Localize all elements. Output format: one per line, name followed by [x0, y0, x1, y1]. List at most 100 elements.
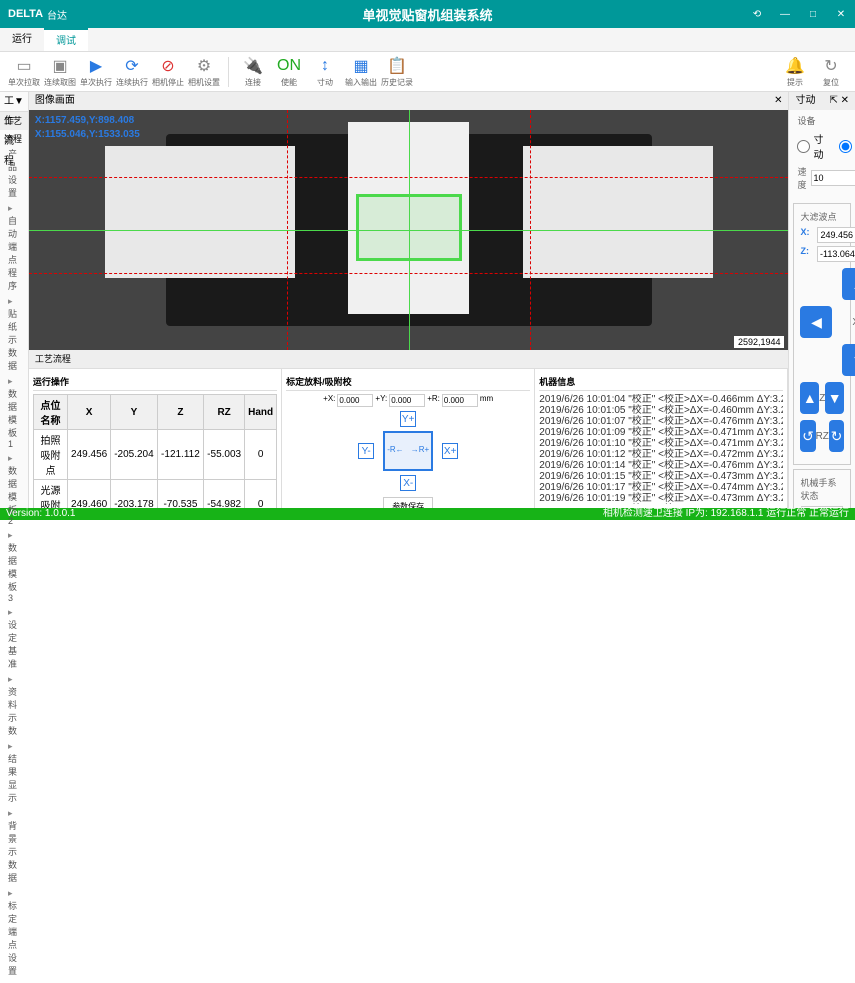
- tree-item[interactable]: 标定端点设置: [4, 886, 24, 979]
- log-line[interactable]: 2019/6/26 10:01:04 "校正" <校正>ΔX=-0.466mm …: [539, 394, 783, 405]
- toolbar-寸动-button[interactable]: ↕寸动: [307, 54, 343, 90]
- arrow-y-plus-icon[interactable]: Y+: [400, 411, 416, 427]
- camera-header: 图像画面 ✕: [29, 92, 789, 110]
- log-line[interactable]: 2019/6/26 10:01:17 "校正" <校正>ΔX=-0.474mm …: [539, 482, 783, 493]
- minimize-icon[interactable]: —: [771, 0, 799, 28]
- z-input[interactable]: [817, 246, 855, 262]
- toolbar-连续取图-button[interactable]: ▣连续取图: [42, 54, 78, 90]
- mode-radios: 寸动 连续: [797, 131, 847, 161]
- status-text: 相机检测速卫连接 IP为: 192.168.1.1 运行正常 正常运行: [603, 508, 849, 520]
- toolbar-提示-button[interactable]: 🔔提示: [777, 54, 813, 90]
- teach-save-button[interactable]: 参数保存: [383, 497, 433, 508]
- right-header-label: 寸动: [795, 92, 815, 110]
- bottom-panels: 运行操作 点位名称XYZRZHand拍照吸附点249.456-205.204-1…: [29, 368, 789, 508]
- jog-z-plus-icon[interactable]: ▲: [800, 382, 819, 414]
- teach-field-label: +R:: [427, 394, 440, 407]
- toolbar-单次拉取-button[interactable]: ▭单次拉取: [6, 54, 42, 90]
- points-table: 点位名称XYZRZHand拍照吸附点249.456-205.204-121.11…: [33, 394, 277, 508]
- left-sub-label: 工艺流程: [0, 112, 28, 130]
- close-icon[interactable]: ✕: [827, 0, 855, 28]
- camera-header-label: 图像画面: [35, 92, 75, 110]
- toolbar-相机停止-button[interactable]: ⊘相机停止: [150, 54, 186, 90]
- toolbar-使能-button[interactable]: ON使能: [271, 54, 307, 90]
- tree-item[interactable]: 自动端点程序: [4, 201, 24, 294]
- jog-rz-minus-icon[interactable]: ↺: [800, 420, 815, 452]
- teach-field-label: +X:: [323, 394, 335, 407]
- tree-item[interactable]: 数据模板3: [4, 528, 24, 605]
- toolbar-单次执行-button[interactable]: ▶单次执行: [78, 54, 114, 90]
- arrow-x-plus-icon[interactable]: X+: [442, 443, 458, 459]
- brand-logo: DELTA: [8, 8, 43, 20]
- tree-item[interactable]: 数据模板1: [4, 374, 24, 451]
- tree-item[interactable]: 设定基准: [4, 605, 24, 672]
- jog-y-minus-icon[interactable]: ▼: [842, 344, 855, 376]
- camera-close-icon[interactable]: ✕: [774, 92, 782, 110]
- toolbar-复位-button[interactable]: ↻复位: [813, 54, 849, 90]
- bracket-left: [105, 146, 295, 278]
- camera-overlay-text: X:1157.459,Y:898.408 X:1155.046,Y:1533.0…: [35, 114, 140, 142]
- log-line[interactable]: 2019/6/26 10:01:10 "校正" <校正>ΔX=-0.471mm …: [539, 438, 783, 449]
- right-header: 寸动 ⇱ ✕: [789, 92, 855, 110]
- tree-item[interactable]: 贴纸示数据: [4, 294, 24, 374]
- teach-r-minus: -R←: [387, 445, 403, 454]
- table-row[interactable]: 光源吸附点249.460-203.178-70.535-54.9820: [33, 480, 276, 509]
- tab-run[interactable]: 运行: [0, 28, 44, 51]
- log-list[interactable]: 2019/6/26 10:01:04 "校正" <校正>ΔX=-0.466mm …: [539, 394, 783, 504]
- toolbar-输入输出-button[interactable]: ▦输入输出: [343, 54, 379, 90]
- arrow-x-minus-icon[interactable]: X-: [400, 475, 416, 491]
- arrow-y-minus-icon[interactable]: Y-: [358, 443, 374, 459]
- x-input[interactable]: [817, 227, 855, 243]
- maximize-icon[interactable]: □: [799, 0, 827, 28]
- panel-teach: 标定放料/吸附校 +X:+Y:+R:mm -R← →R+ Y+ X- Y- X+…: [282, 369, 535, 508]
- dropdown-icon[interactable]: ▼: [14, 92, 24, 111]
- reset-icon[interactable]: ⟲: [743, 0, 771, 28]
- table-row[interactable]: 拍照吸附点249.456-205.204-121.112-55.0030: [33, 430, 276, 480]
- tree-item[interactable]: 背景示数据: [4, 806, 24, 886]
- state-label: 机械手系状态: [800, 476, 844, 502]
- jog-z-minus-icon[interactable]: ▼: [825, 382, 844, 414]
- bigstep-label: 大滤波点: [800, 210, 844, 223]
- tree: 产品设置自动端点程序贴纸示数据数据模板1数据模板2数据模板3设定基准资料示数结果…: [0, 130, 28, 983]
- log-line[interactable]: 2019/6/26 10:01:15 "校正" <校正>ΔX=-0.473mm …: [539, 471, 783, 482]
- log-line[interactable]: 2019/6/26 10:01:07 "校正" <校正>ΔX=-0.476mm …: [539, 416, 783, 427]
- teach-field-label: +Y:: [375, 394, 387, 407]
- toolbar-历史记录-button[interactable]: 📋历史记录: [379, 54, 415, 90]
- mode-jog[interactable]: 寸动: [797, 131, 823, 161]
- jog-rz-plus-icon[interactable]: ↻: [829, 420, 844, 452]
- speed-label: 速度: [797, 165, 806, 191]
- log-line[interactable]: 2019/6/26 10:01:09 "校正" <校正>ΔX=-0.471mm …: [539, 427, 783, 438]
- teach-fields: +X:+Y:+R:mm: [286, 394, 530, 407]
- 提示-icon: 🔔: [785, 56, 805, 76]
- teach-field-input[interactable]: [389, 394, 425, 407]
- toolbar-连续执行-button[interactable]: ⟳连续执行: [114, 54, 150, 90]
- axis-rz-label: RZ: [816, 431, 829, 442]
- teach-field-input[interactable]: [337, 394, 373, 407]
- toolbar-连接-button[interactable]: 🔌连接: [235, 54, 271, 90]
- table-header: RZ: [204, 395, 245, 430]
- speed-input[interactable]: [811, 170, 855, 186]
- panel-ops: 运行操作 点位名称XYZRZHand拍照吸附点249.456-205.204-1…: [29, 369, 282, 508]
- log-line[interactable]: 2019/6/26 10:01:14 "校正" <校正>ΔX=-0.476mm …: [539, 460, 783, 471]
- jog-x-minus-icon[interactable]: ◀: [800, 306, 832, 338]
- camera-view[interactable]: X:1157.459,Y:898.408 X:1155.046,Y:1533.0…: [29, 110, 789, 350]
- jog-y-plus-icon[interactable]: ▲: [842, 268, 855, 300]
- log-line[interactable]: 2019/6/26 10:01:12 "校正" <校正>ΔX=-0.472mm …: [539, 449, 783, 460]
- log-line[interactable]: 2019/6/26 10:01:05 "校正" <校正>ΔX=-0.460mm …: [539, 405, 783, 416]
- 连接-icon: 🔌: [243, 56, 263, 76]
- tab-debug[interactable]: 调试: [44, 28, 88, 51]
- state-fieldset: 机械手系状态 右手系: [793, 469, 851, 508]
- toolbar-相机设置-button[interactable]: ⚙相机设置: [186, 54, 222, 90]
- toolbar: ▭单次拉取▣连续取图▶单次执行⟳连续执行⊘相机停止⚙相机设置 🔌连接ON使能↕寸…: [0, 52, 855, 92]
- log-line[interactable]: 2019/6/26 10:01:19 "校正" <校正>ΔX=-0.473mm …: [539, 493, 783, 504]
- overlay1: X:1157.459,Y:898.408: [35, 114, 140, 128]
- camera-coord: 2592,1944: [734, 336, 785, 348]
- pin-icon[interactable]: ⇱ ✕: [829, 92, 849, 110]
- app-title: 单视觉贴窗机组装系统: [362, 5, 492, 24]
- tree-item[interactable]: 结果显示: [4, 739, 24, 806]
- table-header: 点位名称: [33, 395, 67, 430]
- left-panel: 工作流程 ▼ 工艺流程 产品设置自动端点程序贴纸示数据数据模板1数据模板2数据模…: [0, 92, 29, 508]
- panel-log: 机器信息 2019/6/26 10:01:04 "校正" <校正>ΔX=-0.4…: [535, 369, 788, 508]
- mode-cont[interactable]: 连续: [839, 131, 855, 161]
- teach-field-input[interactable]: [442, 394, 478, 407]
- tree-item[interactable]: 资料示数: [4, 672, 24, 739]
